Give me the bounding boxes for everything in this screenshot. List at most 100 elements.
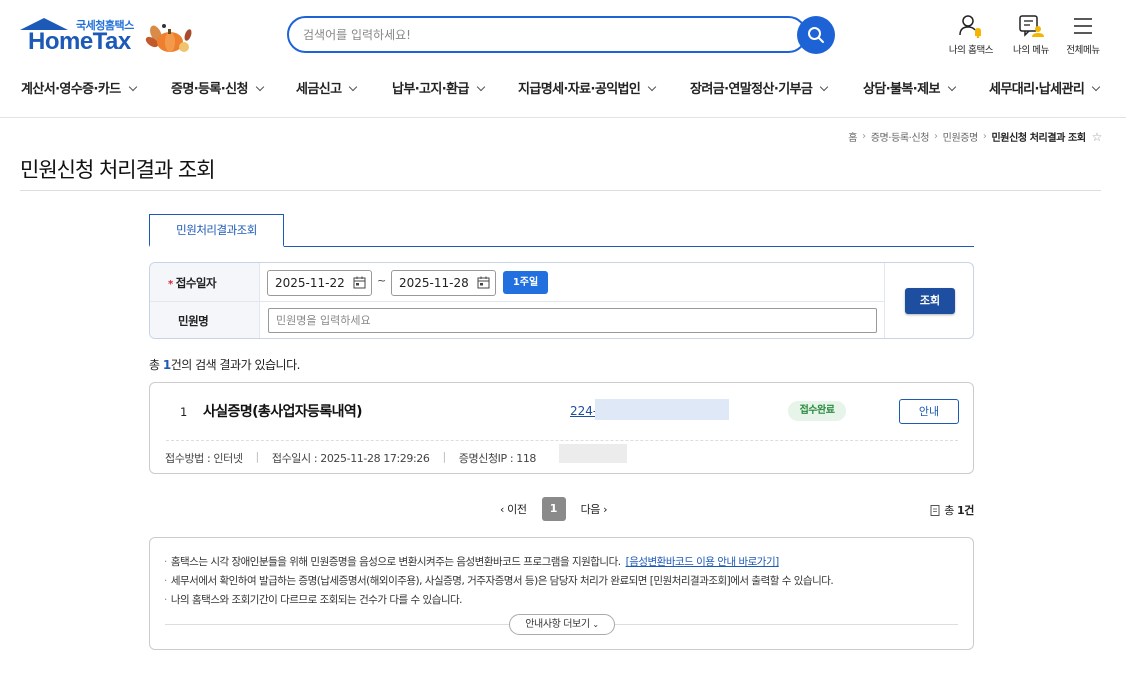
logo-big-text: HomeTax: [28, 28, 131, 55]
hometax-logo[interactable]: 국세청홈택스 HomeTax: [20, 14, 200, 58]
gnb-item-agent[interactable]: 세무대리·납세관리: [989, 78, 1101, 97]
breadcrumb: 홈 › 증명·등록·신청 › 민원증명 › 민원신청 처리결과 조회 ☆: [848, 129, 1103, 145]
breadcrumb-current: 민원신청 처리결과 조회: [991, 133, 1086, 144]
tab-result-lookup[interactable]: 민원처리결과조회: [149, 214, 284, 247]
gnb-item-counsel[interactable]: 상담·불복·제보: [863, 78, 957, 97]
global-nav: 계산서·영수증·카드 증명·등록·신청 세금신고 납부·고지·환급 지급명세·자…: [0, 70, 1126, 106]
date-from-value: 2025-11-22: [275, 276, 345, 290]
search-icon: [808, 27, 824, 43]
chevron-down-icon: [476, 82, 486, 92]
date-range-tilde: ~: [377, 274, 387, 287]
bullet-icon: ·: [164, 575, 167, 587]
voice-barcode-link[interactable]: [음성변환바코드 이용 안내 바로가기]: [626, 556, 780, 568]
card-title: 사실증명(총사업자등록내역): [203, 404, 363, 420]
breadcrumb-separator-icon: ›: [982, 131, 987, 142]
bullet-icon: ·: [164, 556, 167, 568]
next-page-button[interactable]: 다음 ›: [581, 501, 608, 517]
application-number-link[interactable]: 224-: [570, 404, 597, 418]
date-to-field[interactable]: 2025-11-28: [391, 270, 496, 296]
page-1-button[interactable]: 1: [541, 497, 566, 521]
my-menu-button[interactable]: 나의 메뉴: [1001, 14, 1061, 58]
gnb-label: 지급명세·자료·공익법인: [518, 82, 641, 97]
next-label: 다음: [580, 503, 601, 516]
total-value: 1건: [957, 504, 974, 517]
pagination: ‹ 이전 1 다음 ›: [500, 497, 608, 521]
pumpkin-deco-icon: [145, 24, 192, 52]
one-week-button[interactable]: 1주일: [503, 271, 548, 294]
result-prefix: 총: [149, 358, 163, 372]
receipt-datetime: 접수일시 : 2025-11-28 17:29:26: [271, 452, 430, 465]
calendar-icon[interactable]: [353, 276, 366, 289]
page-title: 민원신청 처리결과 조회: [20, 158, 216, 182]
all-menu-button[interactable]: 전체메뉴: [1053, 14, 1113, 58]
chevron-down-icon: [947, 82, 957, 92]
gnb-label: 세무대리·납세관리: [989, 82, 1085, 97]
chevron-down-icon: [1091, 82, 1101, 92]
result-suffix: 건의 검색 결과가 있습니다.: [170, 358, 301, 372]
chevron-down-icon: [349, 82, 358, 92]
receipt-method: 접수방법 : 인터넷: [165, 452, 243, 465]
document-icon: [930, 504, 940, 516]
civil-name-input[interactable]: [268, 308, 877, 333]
breadcrumb-certificate[interactable]: 증명·등록·신청: [871, 129, 930, 144]
gnb-item-invoice[interactable]: 계산서·영수증·카드: [21, 78, 137, 97]
bullet-icon: ·: [164, 594, 167, 606]
masked-number: [595, 399, 729, 420]
card-divider: [166, 440, 958, 441]
gnb-label: 증명·등록·신청: [171, 82, 248, 97]
notice-line-1: · 홈택스는 시각 장애인분들을 위해 민원증명을 음성으로 변환시켜주는 음성변…: [164, 554, 779, 569]
card-number: 1: [180, 405, 188, 419]
meta-separator: |: [442, 450, 446, 463]
required-mark: *: [168, 279, 173, 290]
guide-button[interactable]: 안내: [899, 399, 959, 424]
title-divider: [20, 190, 1101, 191]
search-form: *접수일자 민원명 2025-11-22 ~ 2025-11-28 1주일 조회: [149, 262, 974, 339]
total-count: 총 1건: [930, 502, 974, 518]
total-prefix: 총: [944, 504, 955, 517]
gnb-label: 상담·불복·제보: [863, 82, 940, 97]
date-label: * 접수일자: [150, 275, 260, 291]
gnb-item-certificate[interactable]: 증명·등록·신청: [171, 78, 265, 97]
util-label: 나의 메뉴: [1013, 45, 1049, 56]
header: 국세청홈택스 HomeTax 나의 홈택스: [0, 0, 1126, 118]
form-row-divider: [150, 301, 884, 302]
gnb-label: 장려금·연말정산·기부금: [690, 82, 813, 97]
gnb-item-incentive[interactable]: 장려금·연말정산·기부금: [690, 78, 829, 97]
date-to-value: 2025-11-28: [399, 276, 469, 290]
more-notice-button[interactable]: 안내사항 더보기 ⌄: [509, 614, 615, 635]
util-label: 전체메뉴: [1066, 45, 1100, 56]
notice-line-2: · 세무서에서 확인하여 발급하는 증명(납세증명서(해외이주용), 사실증명, …: [164, 573, 834, 588]
star-icon[interactable]: ☆: [1092, 130, 1103, 144]
date-label-text: 접수일자: [175, 276, 217, 290]
masked-ip: [559, 444, 627, 463]
user-bell-icon: [959, 15, 981, 38]
hamburger-icon: [1074, 18, 1092, 34]
breadcrumb-civil-cert[interactable]: 민원증명: [943, 129, 979, 144]
search-input[interactable]: [303, 25, 783, 45]
calendar-icon[interactable]: [477, 276, 490, 289]
result-count: 총 1건의 검색 결과가 있습니다.: [149, 356, 300, 373]
result-number: 1: [162, 358, 171, 372]
chevron-down-icon: [255, 82, 265, 92]
request-ip: 증명신청IP : 118: [458, 452, 537, 465]
more-notice-label: 안내사항 더보기: [525, 619, 590, 630]
result-card: 1 사실증명(총사업자등록내역) 224- 접수완료 안내 접수방법 : 인터넷…: [149, 382, 974, 474]
date-from-field[interactable]: 2025-11-22: [267, 270, 372, 296]
name-label: 민원명: [178, 314, 209, 328]
prev-label: 이전: [507, 503, 527, 516]
form-button-area: 조회: [884, 263, 973, 338]
gnb-item-payment[interactable]: 납부·고지·환급: [392, 78, 486, 97]
card-meta: 접수방법 : 인터넷 | 접수일시 : 2025-11-28 17:29:26 …: [165, 450, 536, 466]
my-hometax-button[interactable]: 나의 홈택스: [941, 14, 1001, 58]
notice-text: 나의 홈택스와 조회기간이 다르므로 조회되는 건수가 다를 수 있습니다.: [170, 594, 463, 606]
breadcrumb-home[interactable]: 홈: [848, 129, 857, 144]
notice-text: 세무서에서 확인하여 발급하는 증명(납세증명서(해외이주용), 사실증명, 거…: [170, 575, 834, 587]
prev-page-button[interactable]: ‹ 이전: [500, 501, 527, 517]
gnb-item-tax-return[interactable]: 세금신고: [296, 78, 358, 97]
search-button[interactable]: [797, 16, 835, 54]
util-label: 나의 홈택스: [948, 45, 994, 56]
gnb-item-statement[interactable]: 지급명세·자료·공익법인: [518, 78, 657, 97]
chevron-down-icon: [820, 82, 829, 92]
chevron-down-icon: ⌄: [592, 620, 599, 629]
query-button[interactable]: 조회: [905, 288, 955, 314]
